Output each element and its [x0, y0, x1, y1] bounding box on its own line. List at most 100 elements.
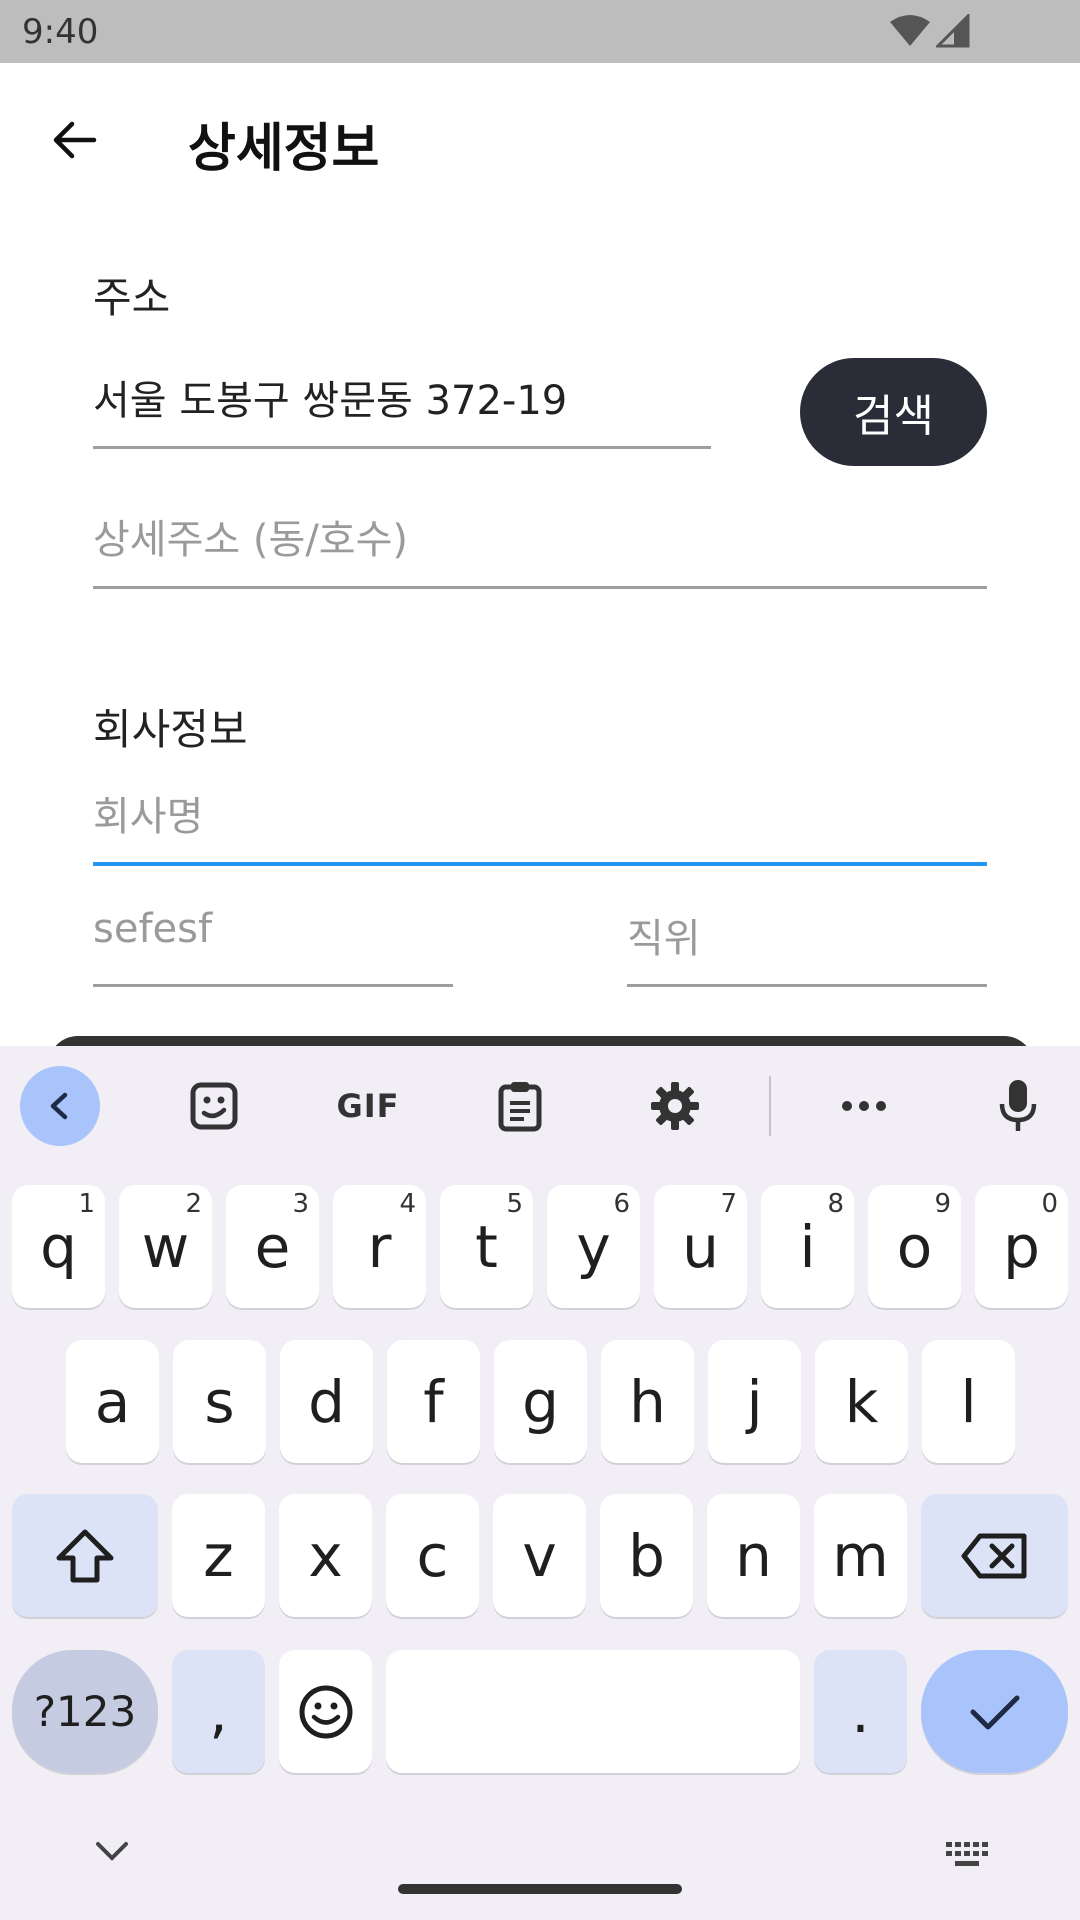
- detail-address-input[interactable]: 상세주소 (동/호수): [93, 507, 408, 565]
- key-g-label: g: [522, 1367, 559, 1436]
- symbols-key[interactable]: ?123: [12, 1650, 158, 1773]
- department-underline: [93, 984, 453, 987]
- key-s[interactable]: s: [173, 1340, 266, 1463]
- key-w[interactable]: w2: [119, 1185, 212, 1308]
- home-indicator[interactable]: [398, 1884, 682, 1894]
- key-e[interactable]: e3: [226, 1185, 319, 1308]
- voice-input-button[interactable]: [978, 1066, 1058, 1146]
- settings-button[interactable]: [635, 1066, 715, 1146]
- key-u-hint: 7: [720, 1189, 737, 1219]
- emoji-key[interactable]: [279, 1650, 372, 1773]
- key-o-hint: 9: [934, 1189, 951, 1219]
- back-button[interactable]: [34, 100, 114, 180]
- key-m-label: m: [832, 1521, 889, 1590]
- shift-key[interactable]: [12, 1494, 158, 1617]
- key-y[interactable]: y6: [547, 1185, 640, 1308]
- key-q-label: q: [40, 1212, 77, 1281]
- detail-address-underline: [93, 586, 987, 589]
- key-h-label: h: [629, 1367, 666, 1436]
- gif-button[interactable]: GIF: [326, 1066, 410, 1146]
- gear-icon: [651, 1082, 699, 1130]
- backspace-key[interactable]: [921, 1494, 1068, 1617]
- backspace-icon: [961, 1533, 1026, 1578]
- gif-label: GIF: [336, 1087, 400, 1125]
- key-u[interactable]: u7: [654, 1185, 747, 1308]
- key-z-label: z: [203, 1521, 234, 1590]
- key-d-label: d: [308, 1367, 345, 1436]
- address-input-underline: [93, 446, 711, 449]
- sticker-button[interactable]: [174, 1066, 254, 1146]
- key-j[interactable]: j: [708, 1340, 801, 1463]
- key-r[interactable]: r4: [333, 1185, 426, 1308]
- done-key[interactable]: [921, 1650, 1068, 1773]
- key-m[interactable]: m: [814, 1494, 907, 1617]
- soft-keyboard: [0, 1046, 1080, 1920]
- key-e-label: e: [254, 1212, 291, 1281]
- comma-key[interactable]: ,: [172, 1650, 265, 1773]
- arrow-back-icon: [53, 121, 97, 159]
- microphone-icon: [999, 1080, 1037, 1131]
- key-i-label: i: [799, 1212, 816, 1281]
- key-i[interactable]: i8: [761, 1185, 854, 1308]
- address-input[interactable]: 서울 도봉구 쌍문동 372-19: [93, 368, 567, 426]
- key-o[interactable]: o9: [868, 1185, 961, 1308]
- key-d[interactable]: d: [280, 1340, 373, 1463]
- chevron-left-icon: [50, 1092, 68, 1120]
- key-n[interactable]: n: [707, 1494, 800, 1617]
- key-l-label: l: [960, 1367, 977, 1436]
- key-a[interactable]: a: [66, 1340, 159, 1463]
- key-j-label: j: [746, 1367, 763, 1436]
- key-v-label: v: [522, 1521, 557, 1590]
- sticker-icon: [190, 1082, 238, 1130]
- key-w-hint: 2: [185, 1189, 202, 1219]
- switch-keyboard-button[interactable]: [944, 1840, 990, 1876]
- key-t-hint: 5: [506, 1189, 523, 1219]
- page-title: 상세정보: [188, 119, 380, 179]
- company-name-underline-focused: [93, 862, 987, 866]
- key-q[interactable]: q1: [12, 1185, 105, 1308]
- more-horiz-icon: [842, 1101, 886, 1111]
- key-c[interactable]: c: [386, 1494, 479, 1617]
- key-g[interactable]: g: [494, 1340, 587, 1463]
- wifi-icon: [888, 14, 932, 52]
- key-t[interactable]: t5: [440, 1185, 533, 1308]
- keyboard-collapse-button[interactable]: [20, 1066, 100, 1146]
- key-h[interactable]: h: [601, 1340, 694, 1463]
- key-l[interactable]: l: [922, 1340, 1015, 1463]
- address-search-button[interactable]: 검색: [800, 358, 987, 466]
- signal-icon: [934, 12, 970, 52]
- position-input[interactable]: 직위: [627, 906, 701, 964]
- key-f-label: f: [423, 1367, 444, 1436]
- period-key[interactable]: .: [814, 1650, 907, 1773]
- hide-keyboard-button[interactable]: [90, 1838, 134, 1868]
- key-p-hint: 0: [1041, 1189, 1058, 1219]
- keyboard-icon: [946, 1842, 988, 1866]
- key-q-hint: 1: [78, 1189, 95, 1219]
- company-section-label: 회사정보: [93, 705, 248, 754]
- shift-icon: [56, 1529, 114, 1582]
- position-underline: [627, 984, 987, 987]
- key-n-label: n: [735, 1521, 772, 1590]
- key-p[interactable]: p0: [975, 1185, 1068, 1308]
- clipboard-button[interactable]: [480, 1066, 560, 1146]
- key-f[interactable]: f: [387, 1340, 480, 1463]
- space-key[interactable]: [386, 1650, 800, 1773]
- key-o-label: o: [896, 1212, 933, 1281]
- key-k[interactable]: k: [815, 1340, 908, 1463]
- key-b[interactable]: b: [600, 1494, 693, 1617]
- key-z[interactable]: z: [172, 1494, 265, 1617]
- key-v[interactable]: v: [493, 1494, 586, 1617]
- address-section-label: 주소: [93, 273, 171, 322]
- more-button[interactable]: [824, 1066, 904, 1146]
- toolbar-divider: [769, 1076, 771, 1136]
- department-input[interactable]: sefesf: [93, 906, 212, 952]
- emoji-icon: [299, 1685, 352, 1738]
- key-r-hint: 4: [399, 1189, 416, 1219]
- company-name-input[interactable]: 회사명: [93, 784, 203, 842]
- check-icon: [970, 1695, 1019, 1729]
- key-y-label: y: [576, 1212, 611, 1281]
- key-e-hint: 3: [292, 1189, 309, 1219]
- key-w-label: w: [141, 1212, 190, 1281]
- key-x[interactable]: x: [279, 1494, 372, 1617]
- key-y-hint: 6: [613, 1189, 630, 1219]
